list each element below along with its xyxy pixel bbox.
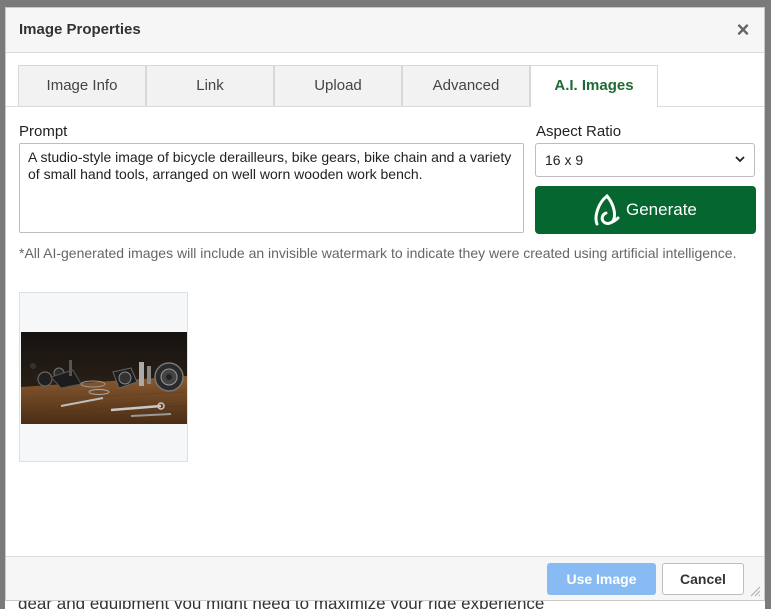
generated-image xyxy=(21,332,187,424)
tab-upload[interactable]: Upload xyxy=(274,65,402,106)
cancel-button[interactable]: Cancel xyxy=(662,563,744,595)
close-icon[interactable]: × xyxy=(734,19,752,41)
image-properties-dialog: Image Properties × Image Info Link Uploa… xyxy=(5,7,765,601)
ai-logo-icon xyxy=(594,193,620,226)
tab-ai-images[interactable]: A.I. Images xyxy=(530,65,658,107)
resize-grip-icon[interactable] xyxy=(749,585,761,597)
prompt-label: Prompt xyxy=(19,123,68,140)
tab-advanced[interactable]: Advanced xyxy=(402,65,530,106)
aspect-ratio-value: 16 x 9 xyxy=(545,152,584,168)
dialog-header: Image Properties × xyxy=(6,8,764,53)
dialog-footer: Use Image Cancel xyxy=(6,556,764,600)
chevron-down-icon xyxy=(735,156,745,163)
backdrop-top xyxy=(0,0,771,7)
backdrop-right xyxy=(765,0,771,609)
generate-label: Generate xyxy=(626,200,697,219)
tab-image-info[interactable]: Image Info xyxy=(18,65,146,106)
dialog-title: Image Properties xyxy=(19,21,141,38)
watermark-disclaimer: *All AI-generated images will include an… xyxy=(19,245,737,261)
tab-bar: Image Info Link Upload Advanced A.I. Ima… xyxy=(6,53,764,107)
aspect-ratio-select[interactable]: 16 x 9 xyxy=(535,143,755,177)
tab-link[interactable]: Link xyxy=(146,65,274,106)
use-image-button[interactable]: Use Image xyxy=(547,563,656,595)
aspect-ratio-label: Aspect Ratio xyxy=(536,123,622,140)
generated-image-thumbnail[interactable] xyxy=(19,292,188,462)
generate-button[interactable]: Generate xyxy=(535,186,756,234)
prompt-textarea[interactable]: A studio-style image of bicycle deraille… xyxy=(19,143,524,233)
